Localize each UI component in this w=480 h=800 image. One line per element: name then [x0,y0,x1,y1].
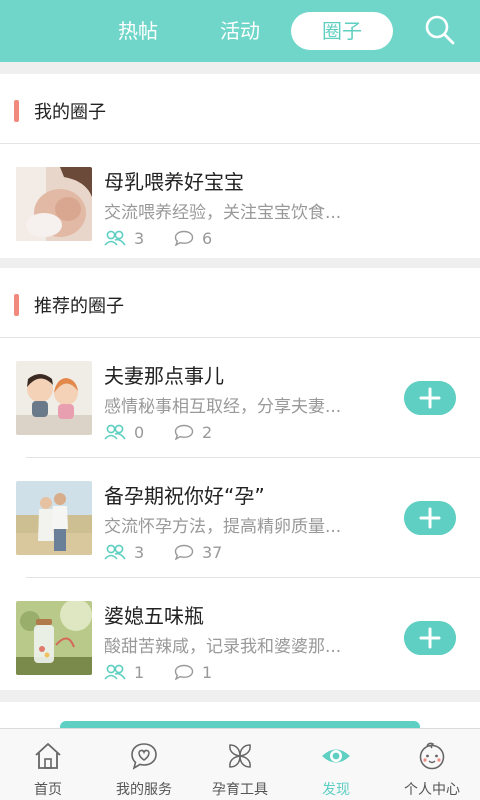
join-circle-button[interactable] [404,501,456,535]
join-circle-button[interactable] [404,621,456,655]
nav-label: 首页 [34,782,62,798]
nav-personal-center[interactable]: 个人中心 [384,729,480,800]
home-icon [35,743,61,769]
circle-name: 夫妻那点事儿 [104,364,224,388]
recommended-circles-section: 推荐的圈子 夫妻那点事儿 感情秘事相互取经，分享夫妻... 0 2 备孕期祝你好… [0,268,480,690]
tab-circles[interactable]: 圈子 [291,12,393,50]
nav-my-services[interactable]: 我的服务 [96,729,192,800]
section-header: 我的圈子 [0,74,480,144]
my-circles-section: 我的圈子 母乳喂养好宝宝 交流喂养经验，关注宝宝饮食... 3 6 [0,74,480,258]
circle-thumbnail [16,601,92,675]
comment-icon [174,544,194,560]
top-navigation-bar: 热帖 活动 圈子 [0,0,480,62]
members-stat: 1 [104,661,144,683]
section-title: 我的圈子 [34,102,106,123]
join-circle-button[interactable] [404,381,456,415]
members-stat: 3 [104,227,144,249]
nav-label: 发现 [322,782,350,798]
circle-name: 备孕期祝你好“孕” [104,484,265,508]
circle-item[interactable]: 夫妻那点事儿 感情秘事相互取经，分享夫妻... 0 2 [0,338,480,458]
flower-icon [229,744,251,768]
comment-icon [174,230,194,246]
circle-description: 交流喂养经验，关注宝宝饮食... [104,203,342,223]
comments-stat: 6 [174,227,212,249]
nav-parenting-tools[interactable]: 孕育工具 [192,729,288,800]
comment-icon [174,424,194,440]
eye-icon [322,749,350,763]
tab-activities[interactable]: 活动 [200,12,280,50]
members-icon [104,664,126,680]
members-count: 1 [134,662,145,682]
members-stat: 0 [104,421,144,443]
members-count: 0 [134,422,145,442]
nav-label: 我的服务 [116,782,172,798]
section-header: 推荐的圈子 [0,268,480,338]
comments-count: 6 [202,228,213,248]
circle-item[interactable]: 母乳喂养好宝宝 交流喂养经验，关注宝宝饮食... 3 6 [0,144,480,264]
tab-hot-posts[interactable]: 热帖 [98,12,178,50]
circle-name: 母乳喂养好宝宝 [104,170,244,194]
members-icon [104,230,126,246]
section-accent-bar [14,100,19,122]
nav-label: 孕育工具 [212,782,268,798]
comments-count: 37 [202,542,223,562]
section-accent-bar [14,294,19,316]
members-count: 3 [134,542,145,562]
circle-thumbnail [16,361,92,435]
circle-thumbnail [16,481,92,555]
comments-count: 1 [202,662,213,682]
members-icon [104,544,126,560]
members-icon [104,424,126,440]
baby-face-icon [419,742,445,770]
comments-count: 2 [202,422,213,442]
section-title: 推荐的圈子 [34,296,124,317]
circle-description: 酸甜苦辣咸，记录我和婆婆那... [104,637,342,657]
circle-item[interactable]: 备孕期祝你好“孕” 交流怀孕方法，提高精卵质量... 3 37 [0,458,480,578]
circle-thumbnail [16,167,92,241]
comment-icon [174,664,194,680]
circle-item[interactable]: 婆媳五味瓶 酸甜苦辣咸，记录我和婆婆那... 1 1 [0,578,480,698]
comments-stat: 1 [174,661,212,683]
circle-description: 交流怀孕方法，提高精卵质量... [104,517,342,537]
members-stat: 3 [104,541,144,563]
circle-description: 感情秘事相互取经，分享夫妻... [104,397,342,417]
comments-stat: 2 [174,421,212,443]
search-icon[interactable] [420,12,460,48]
nav-home[interactable]: 首页 [0,729,96,800]
heart-chat-icon [131,743,157,770]
bottom-navigation-bar: 首页 我的服务 孕育工具 发现 个人中心 [0,728,480,800]
members-count: 3 [134,228,145,248]
nav-label: 个人中心 [404,782,460,798]
comments-stat: 37 [174,541,222,563]
nav-discover[interactable]: 发现 [288,729,384,800]
circle-name: 婆媳五味瓶 [104,604,204,628]
